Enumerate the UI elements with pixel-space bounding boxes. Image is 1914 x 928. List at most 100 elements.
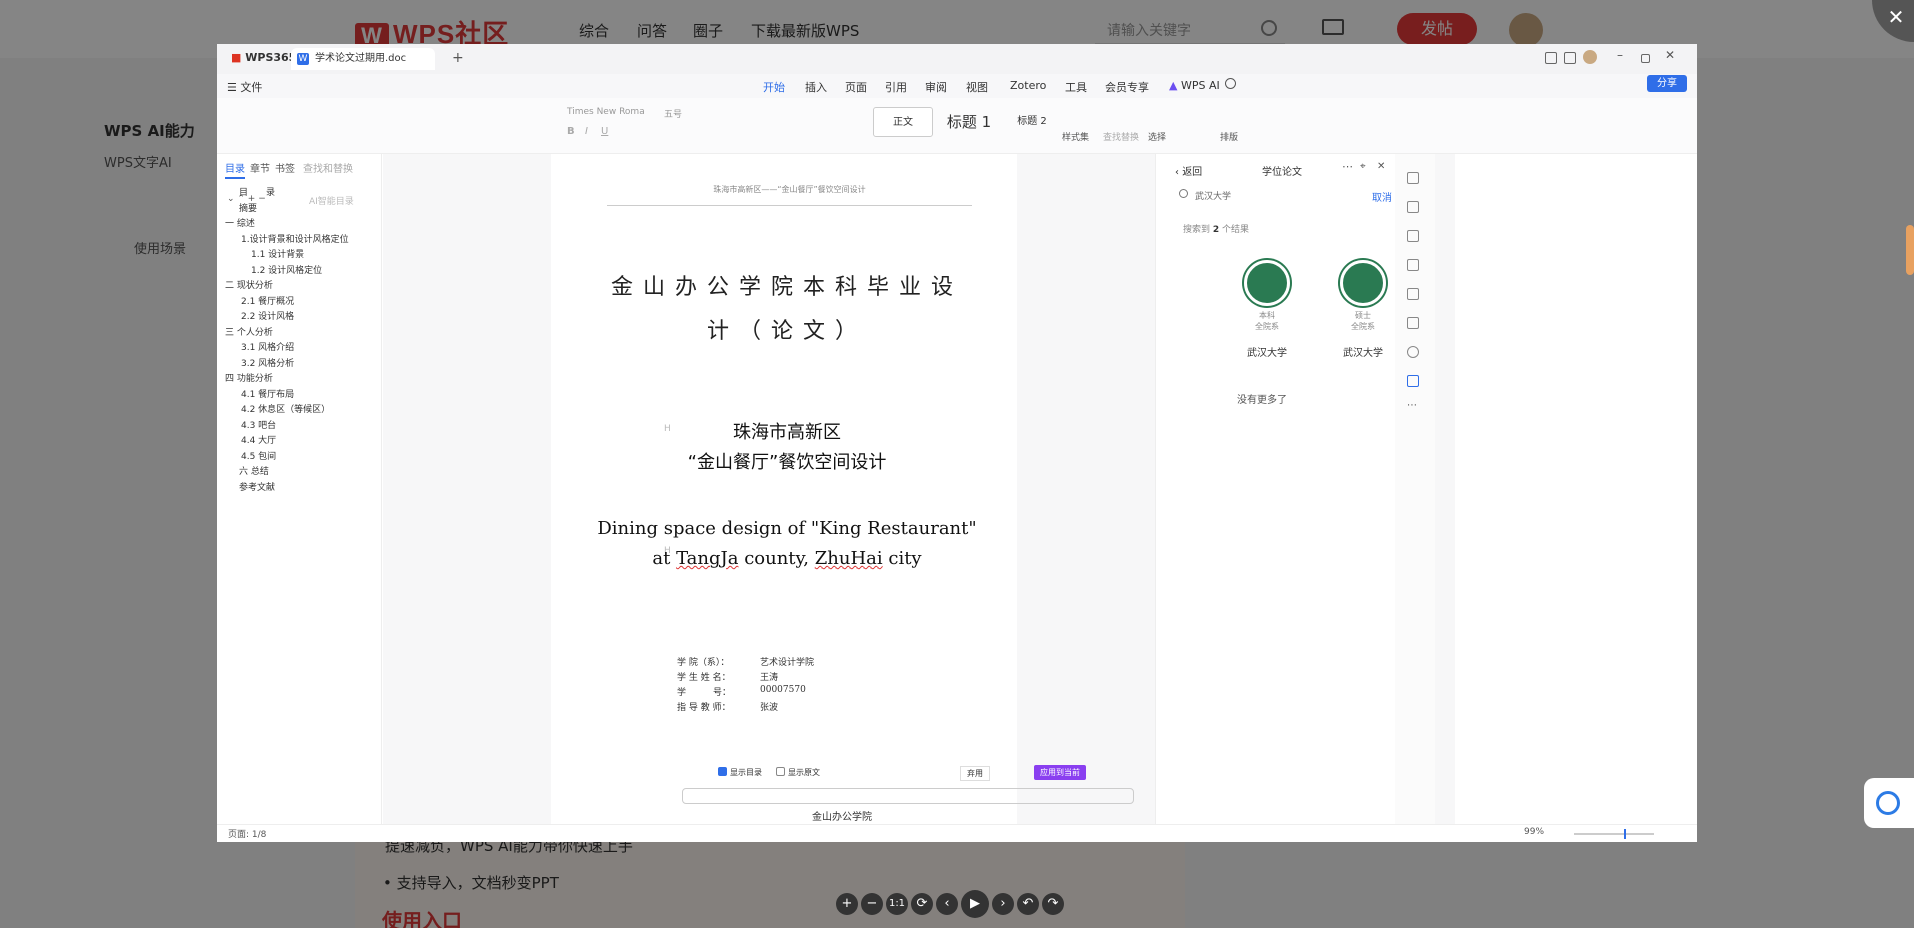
close-icon[interactable]: ✕ [1665, 48, 1675, 62]
image-icon[interactable] [1407, 259, 1419, 271]
tab-wps-ai[interactable]: ▲ WPS AI [1169, 79, 1220, 92]
toc-item[interactable]: 1.2 设计风格定位 [251, 263, 322, 276]
misspelled-word[interactable]: ZhuHai [815, 548, 883, 569]
find-replace-button[interactable]: 查找替换 [1103, 130, 1139, 143]
pen-icon[interactable] [1407, 172, 1419, 184]
assistant-float-button[interactable] [1864, 778, 1914, 828]
panel-back-button[interactable]: ‹ 返回 [1175, 163, 1202, 178]
tab-document[interactable]: W 学术论文过期用.doc [291, 48, 435, 70]
style-heading-2[interactable]: 标题 2 [1007, 107, 1057, 137]
underline-button[interactable]: U [601, 126, 608, 137]
zoom-in-button[interactable]: + [836, 893, 858, 915]
toc-item[interactable]: 参考文献 [239, 480, 275, 493]
tab-zotero[interactable]: Zotero [1010, 79, 1046, 92]
template-degree: 硕士 [1355, 311, 1371, 320]
misspelled-word[interactable]: TangJa [676, 548, 738, 569]
panel-search-input[interactable]: 武汉大学 [1175, 186, 1365, 204]
user-avatar-icon[interactable] [1583, 50, 1597, 64]
bold-button[interactable]: B [567, 126, 575, 137]
redo-button[interactable]: ↷ [1042, 893, 1064, 915]
zoom-slider-handle[interactable] [1624, 829, 1626, 839]
toc-item[interactable]: 2.1 餐厅概况 [241, 294, 294, 307]
previous-button[interactable]: ‹ [936, 893, 958, 915]
play-button[interactable]: ▶ [961, 890, 989, 918]
zoom-out-button[interactable]: − [861, 893, 883, 915]
toc-item[interactable]: 目 录 [239, 185, 275, 198]
search-icon[interactable] [1225, 78, 1236, 89]
tab-sections[interactable]: 章节 [250, 160, 270, 175]
italic-button[interactable]: I [585, 126, 588, 137]
toc-item[interactable]: 六 总结 [239, 464, 269, 477]
tab-wps365-label: WPS365 [245, 51, 297, 64]
cube-icon[interactable] [1564, 52, 1576, 64]
tab-bookmarks[interactable]: 书签 [275, 160, 295, 175]
font-size-select[interactable]: 五号 [664, 107, 682, 120]
next-button[interactable]: › [992, 893, 1014, 915]
toc-item[interactable]: 三 个人分析 [225, 325, 273, 338]
tab-wps365[interactable]: ■ WPS365 [231, 51, 296, 64]
shirt-icon[interactable] [1407, 317, 1419, 329]
tool-icon[interactable] [1407, 288, 1419, 300]
toc-item[interactable]: 1.设计背景和设计风格定位 [241, 232, 349, 245]
apply-button[interactable]: 应用到当前 [1034, 765, 1086, 780]
toc-item[interactable]: 2.2 设计风格 [241, 309, 294, 322]
zoom-slider[interactable] [1574, 833, 1654, 835]
pin-icon[interactable]: ⌖ [1360, 161, 1366, 172]
style-set-button[interactable]: 样式集 [1062, 130, 1089, 143]
template-card[interactable]: 本科 全院系 武汉大学 [1237, 260, 1297, 380]
thesis-icon[interactable] [1407, 375, 1419, 387]
toc-item[interactable]: 一 综述 [225, 216, 255, 229]
tab-toc[interactable]: 目录 [225, 160, 245, 179]
rotate-button[interactable]: ⟳ [911, 893, 933, 915]
tab-tools[interactable]: 工具 [1065, 79, 1087, 95]
tab-insert[interactable]: 插入 [805, 79, 827, 95]
header-rule [607, 205, 972, 206]
toc-item[interactable]: 4.5 包间 [241, 449, 276, 462]
actual-size-button[interactable]: 1:1 [886, 893, 908, 915]
help-icon[interactable] [1407, 346, 1419, 358]
more-icon[interactable]: ⋯ [1407, 400, 1417, 411]
arrange-button[interactable]: 排版 [1220, 130, 1238, 143]
toc-item[interactable]: 4.4 大厅 [241, 433, 276, 446]
zoom-level[interactable]: 99% [1524, 827, 1544, 837]
tab-home[interactable]: 开始 [763, 79, 785, 100]
style-body-text[interactable]: 正文 [873, 107, 933, 137]
toc-item[interactable]: 4.3 吧台 [241, 418, 276, 431]
share-button[interactable]: 分享 [1647, 75, 1687, 92]
show-toc-checkbox[interactable] [718, 767, 727, 776]
tab-references[interactable]: 引用 [885, 79, 907, 95]
tab-member[interactable]: 会员专享 [1105, 79, 1149, 95]
undo-button[interactable]: ↶ [1017, 893, 1039, 915]
select-button[interactable]: 选择 [1148, 130, 1166, 143]
ai-input-box[interactable] [682, 788, 1134, 804]
show-source-checkbox[interactable] [776, 767, 785, 776]
minimize-icon[interactable]: – [1617, 48, 1623, 62]
toc-item[interactable]: 4.1 餐厅布局 [241, 387, 294, 400]
panel-close-icon[interactable]: ✕ [1377, 161, 1385, 172]
discard-button[interactable]: 弃用 [960, 766, 990, 781]
ai-toc-button[interactable]: AI智能目录 [309, 194, 354, 207]
tab-find-replace[interactable]: 查找和替换 [303, 160, 353, 175]
toc-item[interactable]: 3.2 风格分析 [241, 356, 294, 369]
toc-item[interactable]: 摘要 [239, 201, 257, 214]
tab-review[interactable]: 审阅 [925, 79, 947, 95]
cursor-icon[interactable] [1407, 201, 1419, 213]
template-card[interactable]: 硕士 全院系 武汉大学 [1333, 260, 1393, 380]
toc-item[interactable]: 4.2 休息区（等候区） [241, 402, 330, 415]
font-name-select[interactable]: Times New Roma [567, 107, 645, 117]
toc-item[interactable]: 二 现状分析 [225, 278, 273, 291]
style-heading-1[interactable]: 标题 1 [939, 107, 999, 137]
file-menu[interactable]: ☰ 文件 [227, 79, 262, 95]
tab-page[interactable]: 页面 [845, 79, 867, 95]
link-icon[interactable] [1407, 230, 1419, 242]
toc-item[interactable]: 四 功能分析 [225, 371, 273, 384]
tab-view[interactable]: 视图 [966, 79, 988, 95]
toc-item[interactable]: 1.1 设计背景 [251, 247, 304, 260]
maximize-icon[interactable] [1641, 54, 1650, 63]
layout-icon[interactable] [1545, 52, 1557, 64]
more-icon[interactable]: ⋯ [1342, 160, 1353, 173]
new-tab-icon[interactable]: + [452, 50, 464, 66]
panel-cancel-button[interactable]: 取消 [1372, 189, 1392, 204]
toc-item[interactable]: 3.1 风格介绍 [241, 340, 294, 353]
page-scrollbar[interactable] [1906, 225, 1914, 275]
